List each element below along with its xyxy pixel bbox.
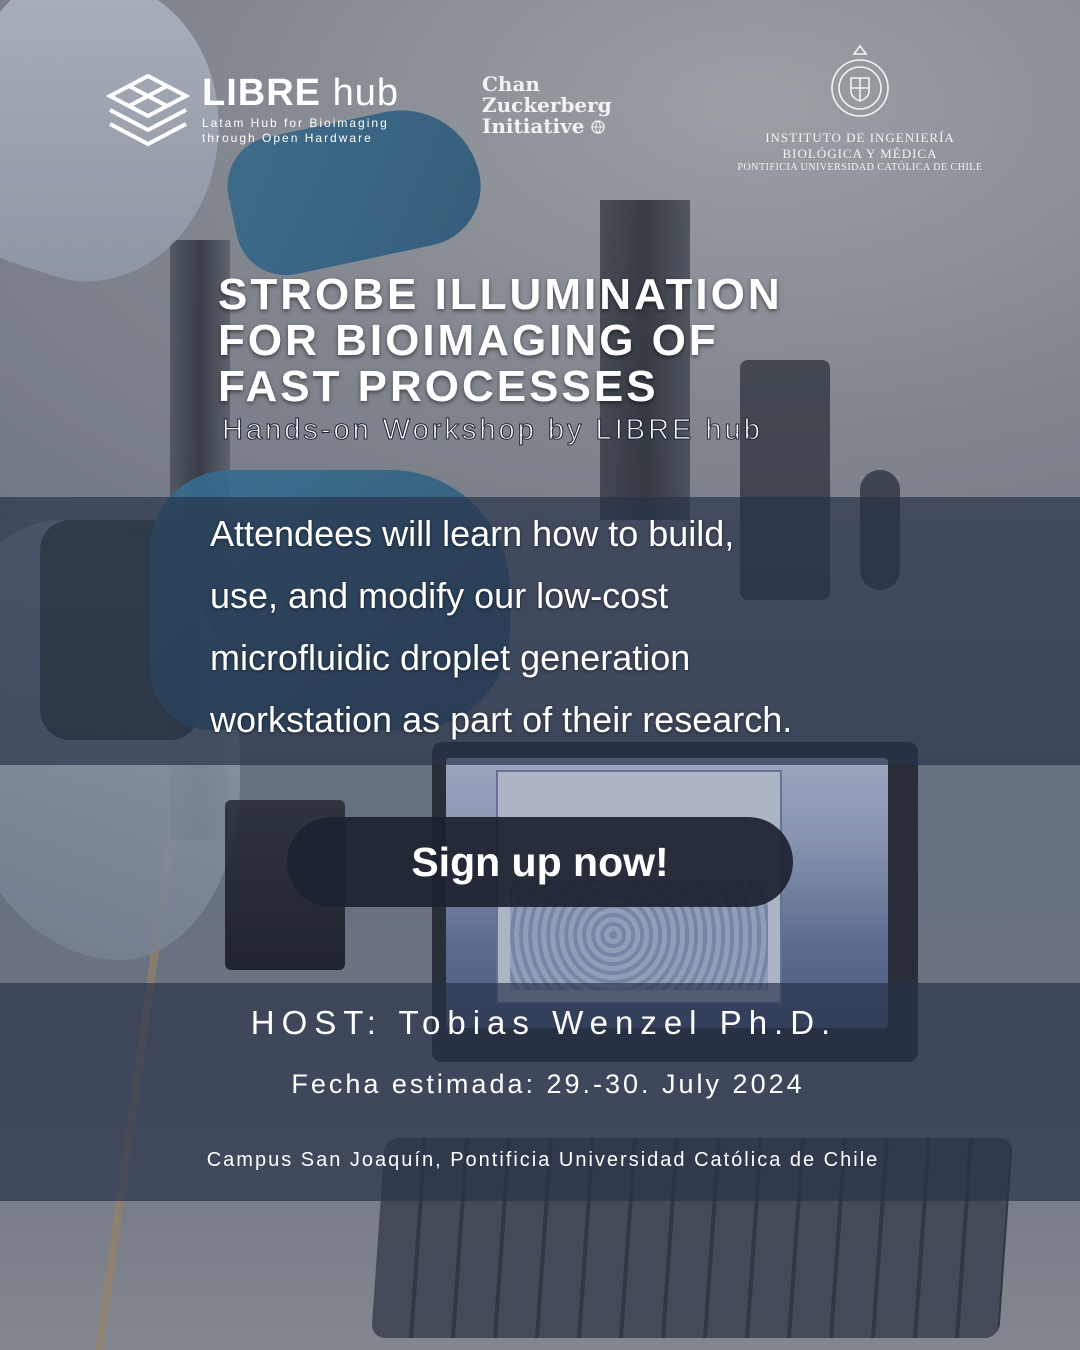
libre-hub-logo: LIBRE hub Latam Hub for Bioimaging throu… [106,72,416,152]
event-venue: Campus San Joaquín, Pontificia Universid… [206,1149,880,1171]
description-line: workstation as part of their research. [210,699,793,740]
title-line: STROBE ILLUMINATION [218,270,783,319]
workshop-subtitle: Hands-on Workshop by LIBRE hub [222,414,763,447]
workshop-description: Attendees will learn how to build, use, … [210,503,1040,751]
description-line: microfluidic droplet generation [210,637,691,678]
ibm-institute-logo: INSTITUTO DE INGENIERÍA BIOLÓGICA Y MÉDI… [720,44,1000,184]
event-date: Fecha estimada: 29.-30. July 2024 [291,1069,805,1099]
university-seal-icon [831,44,889,117]
title-line: FAST PROCESSES [218,362,659,411]
title-line: FOR BIOIMAGING OF [218,316,719,365]
czi-logo: Chan Zuckerberg Initiative [482,72,612,138]
libre-hub-tagline: Latam Hub for Bioimaging through Open Ha… [202,116,389,145]
host-name: HOST: Tobias Wenzel Ph.D. [250,1004,838,1041]
sign-up-button[interactable]: Sign up now! [287,817,793,907]
description-line: Attendees will learn how to build, [210,513,735,554]
libre-hub-wordmark: LIBRE hub [202,72,399,114]
libre-hub-logo-icon [106,73,190,147]
description-line: use, and modify our low-cost [210,575,669,616]
workshop-title: STROBE ILLUMINATION FOR BIOIMAGING OF FA… [218,272,918,410]
czi-globe-icon [591,120,606,134]
